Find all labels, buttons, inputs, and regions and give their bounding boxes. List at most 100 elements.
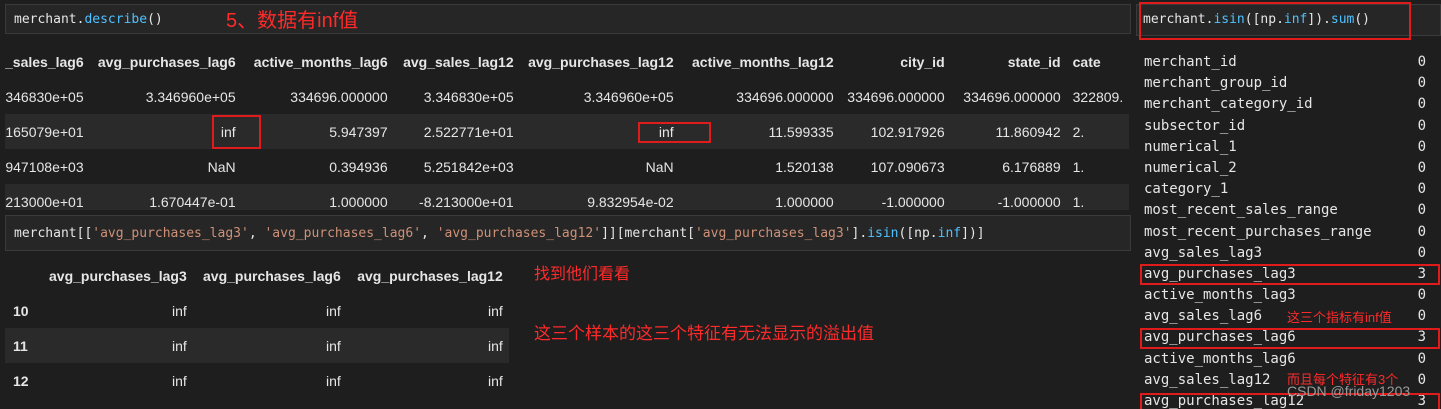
- inf-count-row: active_months_lag6 0: [1144, 349, 1434, 370]
- inf-count-value: 0: [1417, 138, 1426, 155]
- describe-row: 165079e+01 inf 5.947397 2.522771e+01 inf 11.5…: [5, 114, 1130, 149]
- filter-output: avg_purchases_lag3 avg_purchases_lag6 avg_…: [5, 258, 509, 398]
- result-cell: inf: [346, 293, 509, 328]
- describe-cell: 322809.: [1066, 79, 1130, 114]
- result-table: avg_purchases_lag3 avg_purchases_lag6 avg_…: [5, 258, 509, 398]
- inf-count-value: 0: [1417, 287, 1426, 304]
- column-name: merchant_id: [1144, 54, 1237, 70]
- result-body: 10 inf inf inf 11 inf inf inf 12 inf inf inf: [5, 293, 509, 398]
- describe-cell: 1.520138: [679, 149, 840, 184]
- describe-col-header: state_id: [1007, 53, 1061, 70]
- describe-col-header: avg_purchases_lag6: [97, 53, 236, 70]
- inf-count-row: merchant_id 0: [1144, 52, 1434, 73]
- code-cell-filter[interactable]: merchant[['avg_purchases_lag3', 'avg_pur…: [5, 215, 1131, 251]
- column-name: subsector_id: [1144, 117, 1246, 134]
- describe-cell: 1.: [1066, 149, 1130, 184]
- result-col-header: avg_purchases_lag6: [203, 267, 341, 284]
- describe-body: 346830e+05 3.346960e+05 334696.000000 3.346…: [5, 79, 1130, 210]
- highlight-box-inf-lag6: [212, 115, 261, 149]
- column-name: category_1: [1144, 181, 1229, 198]
- describe-cell: 947108e+03: [5, 149, 90, 184]
- note-overflow: 这三个样本的这三个特征有无法显示的溢出值: [534, 324, 874, 343]
- describe-cell: 107.090673: [839, 149, 951, 184]
- result-row: 11 inf inf inf: [5, 328, 509, 363]
- describe-cell: -8.213000e+01: [393, 184, 520, 210]
- column-name: merchant_category_id: [1144, 96, 1313, 113]
- code-isin-sum: merchant.isin([np.inf]).sum(): [1143, 12, 1371, 27]
- column-name: numerical_2: [1144, 159, 1237, 176]
- inf-count-value: 0: [1417, 181, 1426, 198]
- describe-cell: 334696.000000: [839, 79, 951, 114]
- highlight-box-lag6: [1140, 328, 1440, 349]
- describe-output: _sales_lag6 avg_purchases_lag6 active_mont…: [5, 44, 1131, 210]
- result-cell: inf: [43, 293, 193, 328]
- describe-cell: 6.176889: [950, 149, 1067, 184]
- result-row: 12 inf inf inf: [5, 363, 509, 398]
- inf-count-value: 0: [1417, 308, 1426, 325]
- describe-col-header: cate: [1072, 53, 1101, 70]
- describe-cell: 334696.000000: [950, 79, 1067, 114]
- describe-col-header: avg_purchases_lag12: [528, 53, 674, 70]
- annotation-inf-title: 5、数据有inf值: [226, 10, 359, 32]
- result-cell: inf: [192, 328, 347, 363]
- describe-cell: 165079e+01: [5, 114, 90, 149]
- column-name: most_recent_purchases_range: [1144, 223, 1372, 240]
- describe-col-header: city_id: [900, 53, 945, 70]
- code-cell-describe[interactable]: merchant.describe(): [5, 4, 1131, 34]
- result-cell: inf: [346, 328, 509, 363]
- describe-cell: 334696.000000: [241, 79, 394, 114]
- inf-count-row: merchant_category_id 0: [1144, 94, 1434, 115]
- result-header-row: avg_purchases_lag3 avg_purchases_lag6 avg_…: [5, 258, 509, 293]
- describe-cell: 346830e+05: [5, 79, 90, 114]
- describe-header-row: _sales_lag6 avg_purchases_lag6 active_mont…: [5, 44, 1129, 79]
- inf-count-value: 0: [1417, 96, 1426, 113]
- describe-cell: 3.346960e+05: [89, 79, 242, 114]
- result-cell: inf: [43, 363, 193, 398]
- result-cell: inf: [43, 328, 193, 363]
- describe-row: 346830e+05 3.346960e+05 334696.000000 3.346…: [5, 79, 1130, 114]
- describe-cell: NaN: [89, 149, 242, 184]
- column-name: avg_sales_lag3: [1144, 244, 1263, 261]
- column-name: avg_sales_lag12: [1144, 371, 1271, 388]
- highlight-box-inf-lag12: [638, 122, 711, 143]
- inf-count-row: subsector_id 0: [1144, 116, 1434, 137]
- result-row-index: 10: [5, 293, 43, 328]
- inf-count-value: 0: [1417, 223, 1426, 240]
- inf-count-row: numerical_1 0: [1144, 137, 1434, 158]
- inf-count-value: 0: [1417, 117, 1426, 134]
- column-name: merchant_group_id: [1144, 75, 1288, 92]
- describe-cell: 213000e+01: [5, 184, 90, 210]
- column-name: numerical_1: [1144, 138, 1237, 155]
- inf-count-row: merchant_group_id 0: [1144, 73, 1434, 94]
- result-row-index: 11: [5, 328, 43, 363]
- inf-count-row: numerical_2 0: [1144, 158, 1434, 179]
- inf-count-value: 0: [1417, 75, 1426, 92]
- result-col-header: avg_purchases_lag12: [357, 267, 503, 284]
- describe-cell: -1.000000: [950, 184, 1067, 210]
- highlight-box-lag3: [1140, 264, 1440, 285]
- result-cell: inf: [192, 363, 347, 398]
- describe-row: 213000e+01 1.670447e-01 1.000000 -8.213000e…: [5, 184, 1130, 210]
- describe-col-header: active_months_lag12: [692, 53, 834, 70]
- describe-cell: 2.522771e+01: [393, 114, 520, 149]
- describe-cell: 5.947397: [241, 114, 394, 149]
- column-name: avg_sales_lag6: [1144, 308, 1263, 325]
- result-cell: inf: [346, 363, 509, 398]
- inf-count-row: most_recent_purchases_range 0: [1144, 222, 1434, 243]
- describe-cell: 1.000000: [241, 184, 394, 210]
- describe-cell: 102.917926: [839, 114, 951, 149]
- describe-cell: -1.000000: [839, 184, 951, 210]
- inf-count-value: 0: [1417, 202, 1426, 219]
- isin-sum-panel: merchant.isin([np.inf]).sum() merchant_i…: [1136, 0, 1441, 409]
- result-cell: inf: [192, 293, 347, 328]
- describe-cell: 2.: [1066, 114, 1130, 149]
- inf-count-list: merchant_id 0 merchant_group_id 0 merchant_c…: [1144, 52, 1434, 409]
- inf-count-value: 0: [1417, 54, 1426, 70]
- inf-count-row: category_1 0: [1144, 179, 1434, 200]
- inf-count-row: avg_sales_lag3 0: [1144, 243, 1434, 264]
- code-filter: merchant[['avg_purchases_lag3', 'avg_pur…: [14, 226, 985, 241]
- describe-col-header: active_months_lag6: [253, 53, 388, 70]
- describe-cell: 3.346830e+05: [393, 79, 520, 114]
- describe-row: 947108e+03 NaN 0.394936 5.251842e+03 NaN 1.52…: [5, 149, 1130, 184]
- describe-col-header: _sales_lag6: [5, 53, 84, 70]
